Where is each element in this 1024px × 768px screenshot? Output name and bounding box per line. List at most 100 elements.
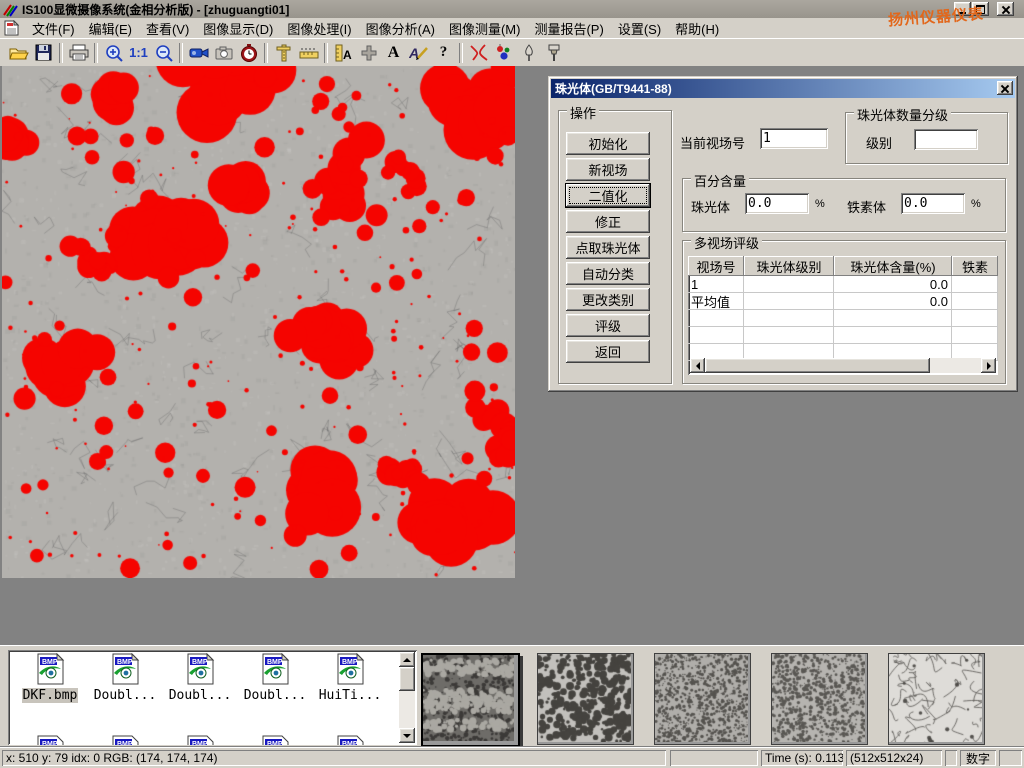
scroll-up-button[interactable] — [399, 652, 415, 667]
file-name[interactable]: Doubl... — [168, 688, 233, 703]
initialize-button[interactable]: 初始化 — [566, 132, 650, 155]
menu-image-process[interactable]: 图像处理(I) — [280, 17, 358, 40]
new-field-button[interactable]: 新视场 — [566, 158, 650, 181]
camera-button[interactable] — [211, 41, 236, 65]
table-h-scrollbar[interactable] — [690, 358, 996, 373]
menu-file[interactable]: 文件(F) — [25, 17, 82, 40]
pen-button[interactable] — [516, 41, 541, 65]
menu-edit[interactable]: 编辑(E) — [82, 17, 139, 40]
close-button[interactable] — [997, 2, 1014, 16]
menu-image-display[interactable]: 图像显示(D) — [196, 17, 280, 40]
table-row[interactable]: 1 0.0 — [688, 276, 998, 293]
status-mode: 数字 — [960, 750, 996, 766]
file-name[interactable]: DKF.bmp — [22, 688, 79, 703]
binarize-button[interactable]: 二值化 — [566, 184, 650, 207]
ferrite-percent-input[interactable] — [901, 193, 965, 214]
save-button[interactable] — [31, 41, 56, 65]
scroll-down-button[interactable] — [399, 728, 415, 743]
col-ferrite[interactable]: 铁素 — [952, 256, 998, 276]
help-icon: ? — [440, 44, 448, 61]
file-name[interactable]: Doubl... — [93, 688, 158, 703]
cell — [952, 310, 998, 327]
multifield-table[interactable]: 视场号 珠光体级别 珠光体含量(%) 铁素 1 0.0 平均值 0.0 — [688, 256, 998, 375]
current-field-input[interactable] — [760, 128, 828, 149]
pan-button[interactable] — [356, 41, 381, 65]
timer-button[interactable] — [236, 41, 261, 65]
text-button[interactable]: A — [381, 41, 406, 65]
change-class-button[interactable]: 更改类别 — [566, 288, 650, 311]
file-item[interactable]: BMP HuiTi... — [314, 653, 386, 703]
ruler-button[interactable] — [296, 41, 321, 65]
pearlite-percent-input[interactable] — [745, 193, 809, 214]
file-browser[interactable]: BMP DKF.bmp BMP Doubl... — [8, 650, 417, 745]
zoom-out-button[interactable] — [151, 41, 176, 65]
menu-image-measure[interactable]: 图像测量(M) — [442, 17, 528, 40]
cell: 1 — [688, 276, 744, 293]
open-button[interactable] — [6, 41, 31, 65]
thumbnail-micro-5[interactable] — [888, 653, 985, 745]
file-item[interactable]: BMP — [164, 735, 236, 745]
pearlite-dialog: 珠光体(GB/T9441-88) 操作 初始化 新视场 二值化 修正 点取珠光体… — [548, 76, 1018, 392]
dialog-close-button[interactable] — [997, 81, 1013, 95]
annotate-button[interactable]: A — [406, 41, 431, 65]
file-item[interactable]: BMP Doubl... — [239, 653, 311, 703]
menu-settings[interactable]: 设置(S) — [611, 17, 668, 40]
col-pearlite-content[interactable]: 珠光体含量(%) — [834, 256, 952, 276]
thumbnail-micro-1[interactable] — [421, 653, 520, 747]
menu-help[interactable]: 帮助(H) — [668, 17, 726, 40]
thumbnail-micro-3[interactable] — [654, 653, 751, 745]
measure-text-icon: A — [335, 44, 353, 62]
scroll-left-button[interactable] — [690, 358, 705, 373]
thumbnail-micro-2[interactable] — [537, 653, 634, 745]
caliper-button[interactable] — [271, 41, 296, 65]
file-item[interactable]: BMP — [89, 735, 161, 745]
file-item[interactable]: BMP — [14, 735, 86, 745]
pick-pearlite-button[interactable]: 点取珠光体 — [566, 236, 650, 259]
help-button[interactable]: ? — [431, 41, 456, 65]
correct-button[interactable]: 修正 — [566, 210, 650, 233]
table-row[interactable] — [688, 310, 998, 327]
scrollbar-thumb[interactable] — [399, 667, 415, 691]
print-button[interactable] — [66, 41, 91, 65]
curve-button[interactable] — [466, 41, 491, 65]
file-item[interactable]: BMP — [314, 735, 386, 745]
toolbar-separator — [94, 43, 98, 63]
menu-view[interactable]: 查看(V) — [139, 17, 196, 40]
auto-classify-button[interactable]: 自动分类 — [566, 262, 650, 285]
micrograph-image[interactable] — [2, 66, 515, 578]
table-row[interactable] — [688, 327, 998, 344]
rate-button[interactable]: 评级 — [566, 314, 650, 337]
video-camera-button[interactable] — [186, 41, 211, 65]
actual-size-button[interactable]: 1:1 — [126, 41, 151, 65]
col-pearlite-grade[interactable]: 珠光体级别 — [744, 256, 834, 276]
level-input[interactable] — [914, 129, 978, 150]
file-name[interactable]: HuiTi... — [318, 688, 383, 703]
scroll-up-icon — [403, 658, 411, 662]
file-item[interactable]: BMP Doubl... — [164, 653, 236, 703]
menu-report[interactable]: 测量报告(P) — [527, 17, 610, 40]
return-button[interactable]: 返回 — [566, 340, 650, 363]
zoom-in-button[interactable] — [101, 41, 126, 65]
svg-text:BMP: BMP — [267, 659, 283, 666]
thumbnail-micro-4[interactable] — [771, 653, 868, 745]
menu-image-analysis[interactable]: 图像分析(A) — [359, 17, 442, 40]
zoom-out-icon — [155, 44, 173, 62]
svg-text:BMP: BMP — [117, 741, 133, 745]
file-name[interactable]: Doubl... — [243, 688, 308, 703]
measure-text-button[interactable]: A — [331, 41, 356, 65]
table-row[interactable]: 平均值 0.0 — [688, 293, 998, 310]
file-item[interactable]: BMP DKF.bmp — [14, 653, 86, 703]
dialog-title-bar[interactable]: 珠光体(GB/T9441-88) — [551, 79, 1015, 98]
col-field-no[interactable]: 视场号 — [688, 256, 744, 276]
cell — [952, 293, 998, 310]
brush-button[interactable] — [541, 41, 566, 65]
file-item[interactable]: BMP Doubl... — [89, 653, 161, 703]
bmp-file-icon: BMP — [109, 735, 141, 745]
scroll-right-button[interactable] — [981, 358, 996, 373]
scrollbar-thumb[interactable] — [705, 358, 930, 373]
file-list-scrollbar[interactable] — [399, 652, 415, 743]
classify-points-button[interactable] — [491, 41, 516, 65]
svg-text:BMP: BMP — [42, 741, 58, 745]
document-icon[interactable] — [4, 20, 19, 36]
file-item[interactable]: BMP — [239, 735, 311, 745]
